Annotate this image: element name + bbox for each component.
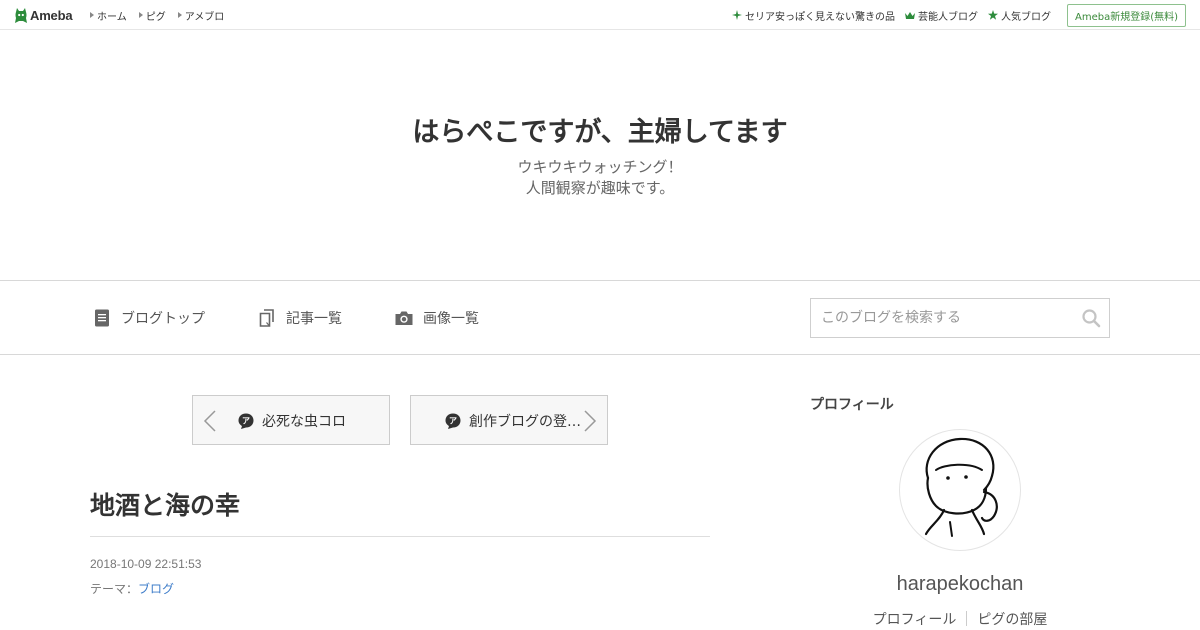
article-date: 2018-10-09 22:51:53	[90, 557, 202, 571]
prev-entry-button[interactable]: ア 必死な虫コロ	[192, 395, 390, 445]
profile-avatar[interactable]	[899, 429, 1021, 551]
ameblo-icon: ア	[238, 413, 254, 429]
document-icon	[95, 309, 109, 327]
ameba-mascot-icon	[15, 8, 27, 23]
article-divider	[90, 536, 710, 537]
chevron-left-icon	[203, 410, 216, 432]
global-header: Ameba ホーム ピグ アメブロ セリア安っぽく見えない驚きの品 芸能人ブログ…	[0, 0, 1200, 30]
global-nav-right: セリア安っぽく見えない驚きの品 芸能人ブログ 人気ブログ Ameba新規登録(無…	[722, 0, 1186, 30]
profile-links: プロフィール ピグの部屋	[810, 609, 1110, 629]
blog-description-line-1: ウキウキウォッチング！	[517, 158, 683, 176]
ameblo-icon: ア	[445, 413, 461, 429]
next-entry-button[interactable]: ア 創作ブログの登…	[410, 395, 608, 445]
nav-link-home[interactable]: ホーム	[90, 8, 127, 23]
register-button[interactable]: Ameba新規登録(無料)	[1066, 3, 1186, 27]
blog-title[interactable]: はらぺこですが、主婦してます	[0, 110, 1200, 149]
nav-blog-top[interactable]: ブログトップ	[92, 282, 205, 354]
logo-text: Ameba	[30, 7, 73, 23]
search-icon[interactable]	[1081, 308, 1101, 328]
nav-link-featured[interactable]: セリア安っぽく見えない驚きの品	[731, 8, 895, 23]
nav-link-celebrity-blogs[interactable]: 芸能人ブログ	[904, 8, 978, 23]
ameba-logo[interactable]: Ameba	[14, 6, 73, 24]
pigg-room-link[interactable]: ピグの部屋	[967, 609, 1057, 629]
blog-header: はらぺこですが、主婦してます ウキウキウォッチング！ 人間観察が趣味です。	[0, 30, 1200, 281]
next-entry-title: 創作ブログの登…	[469, 414, 581, 430]
article-title[interactable]: 地酒と海の幸	[90, 486, 240, 522]
avatar-drawing	[924, 437, 998, 537]
profile-heading: プロフィール	[810, 397, 894, 413]
nav-image-list[interactable]: 画像一覧	[394, 282, 479, 354]
crown-icon	[904, 12, 915, 19]
triangle-icon	[90, 12, 94, 18]
blog-description: ウキウキウォッチング！ 人間観察が趣味です。	[0, 157, 1200, 199]
blog-search	[810, 298, 1110, 338]
svg-text:ア: ア	[242, 417, 250, 426]
article-theme-label: テーマ：	[90, 582, 139, 596]
copy-icon	[259, 309, 274, 327]
article-theme-link[interactable]: ブログ	[138, 582, 174, 596]
nav-link-popular-blogs[interactable]: 人気ブログ	[987, 8, 1051, 23]
nav-link-ameblo[interactable]: アメブロ	[177, 8, 224, 23]
triangle-icon	[138, 12, 143, 18]
triangle-icon	[177, 12, 182, 18]
camera-icon	[395, 311, 413, 325]
chevron-right-icon	[584, 410, 597, 432]
nav-link-pigg[interactable]: ピグ	[138, 8, 166, 23]
profile-link[interactable]: プロフィール	[863, 609, 967, 629]
profile-name[interactable]: harapekochan	[810, 573, 1110, 596]
blog-nav: ブログトップ 記事一覧 画像一覧	[0, 282, 1200, 355]
blog-description-line-2: 人間観察が趣味です。	[525, 179, 675, 197]
nav-entry-list[interactable]: 記事一覧	[257, 282, 342, 354]
star-icon	[987, 10, 998, 20]
article-theme: テーマ：ブログ	[90, 580, 174, 597]
global-nav-left: ホーム ピグ アメブロ	[90, 0, 236, 30]
svg-text:ア: ア	[449, 417, 457, 426]
blog-search-input[interactable]	[811, 299, 1071, 337]
prev-entry-title: 必死な虫コロ	[262, 414, 346, 430]
sparkle-icon	[731, 10, 742, 20]
